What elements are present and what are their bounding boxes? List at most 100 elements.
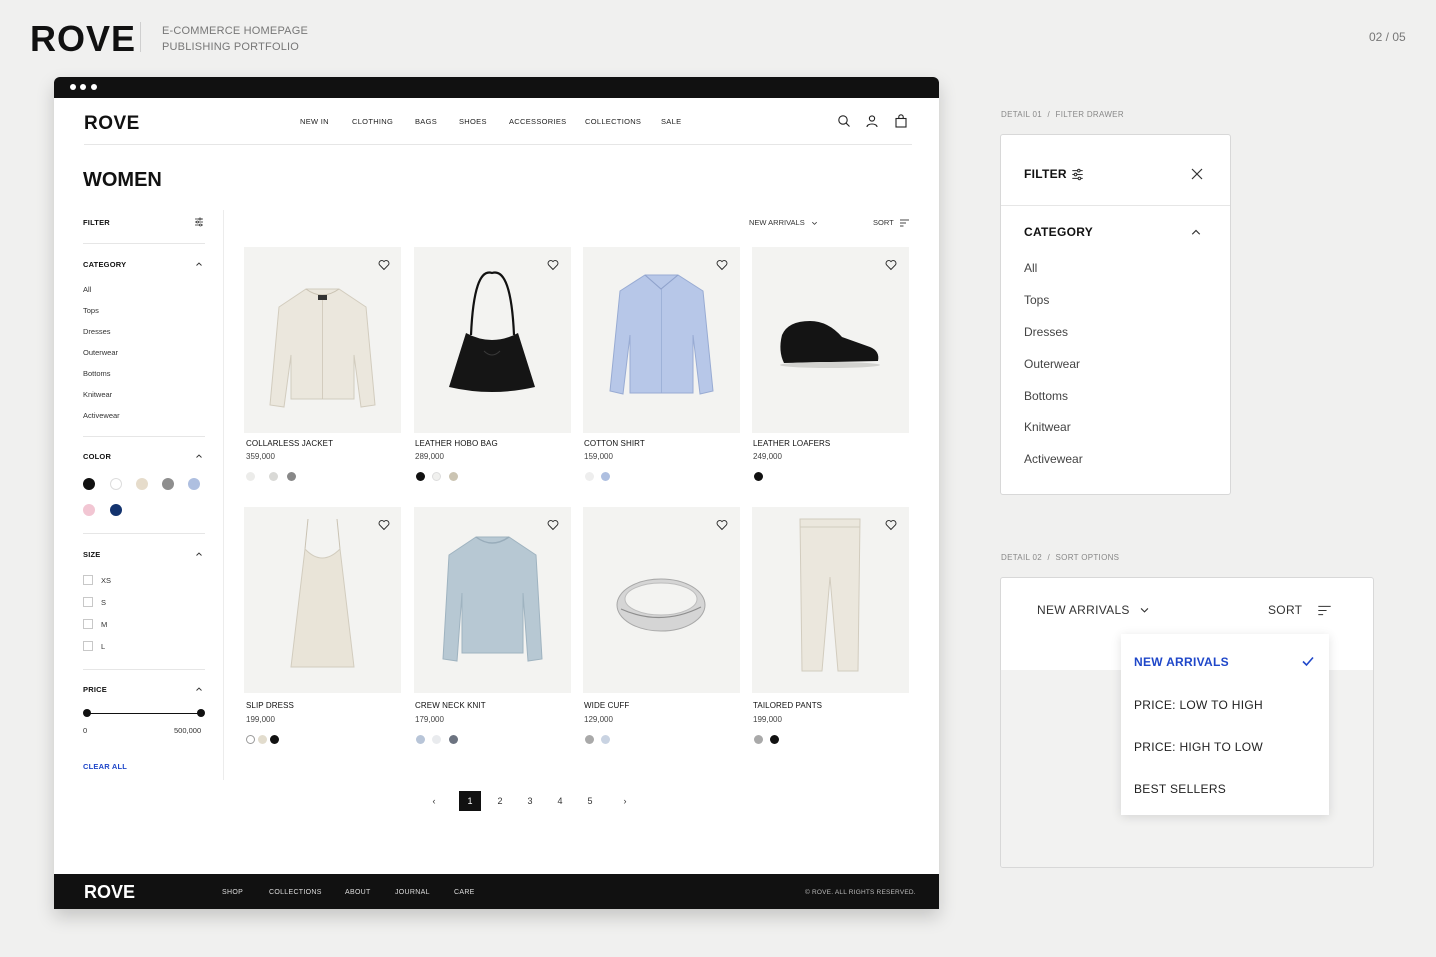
price-slider-track[interactable] xyxy=(87,713,201,714)
sort-select[interactable]: NEW ARRIVALS xyxy=(749,218,818,227)
product-color-swatch[interactable] xyxy=(416,735,425,744)
sort-toggle-button[interactable]: SORT xyxy=(1268,603,1331,617)
category-activewear[interactable]: Activewear xyxy=(83,411,120,420)
product-color-swatch[interactable] xyxy=(416,472,425,481)
nav-accessories[interactable]: ACCESSORIES xyxy=(509,117,566,126)
heart-icon[interactable] xyxy=(885,519,897,531)
color-swatch-gray[interactable] xyxy=(162,478,174,490)
pagination-prev[interactable]: ‹ xyxy=(423,791,445,811)
product-name[interactable]: CREW NECK KNIT xyxy=(415,701,486,710)
product-color-swatch[interactable] xyxy=(754,472,763,481)
product-image[interactable] xyxy=(583,247,740,433)
nav-shoes[interactable]: SHOES xyxy=(459,117,487,126)
footer-link-about[interactable]: ABOUT xyxy=(345,889,371,896)
color-swatch-light-blue[interactable] xyxy=(188,478,200,490)
filter-icon[interactable] xyxy=(194,217,204,227)
category-tops[interactable]: Tops xyxy=(83,306,99,315)
nav-clothing[interactable]: CLOTHING xyxy=(352,117,393,126)
size-checkbox-s[interactable] xyxy=(83,597,93,607)
footer-link-journal[interactable]: JOURNAL xyxy=(395,889,430,896)
chevron-up-icon[interactable] xyxy=(1190,226,1202,238)
product-color-swatch[interactable] xyxy=(601,735,610,744)
heart-icon[interactable] xyxy=(716,259,728,271)
product-color-swatch[interactable] xyxy=(449,735,458,744)
filter-icon[interactable] xyxy=(1071,168,1084,181)
product-color-swatch[interactable] xyxy=(449,472,458,481)
nav-bags[interactable]: BAGS xyxy=(415,117,437,126)
pagination-page-2[interactable]: 2 xyxy=(489,791,511,811)
product-color-swatch[interactable] xyxy=(269,472,278,481)
drawer-category-bottoms[interactable]: Bottoms xyxy=(1024,389,1068,403)
heart-icon[interactable] xyxy=(885,259,897,271)
user-icon[interactable] xyxy=(865,114,879,128)
heart-icon[interactable] xyxy=(378,259,390,271)
color-swatch-beige[interactable] xyxy=(136,478,148,490)
category-knitwear[interactable]: Knitwear xyxy=(83,390,112,399)
drawer-category-outerwear[interactable]: Outerwear xyxy=(1024,357,1080,371)
product-name[interactable]: WIDE CUFF xyxy=(584,701,629,710)
size-checkbox-m[interactable] xyxy=(83,619,93,629)
product-name[interactable]: LEATHER HOBO BAG xyxy=(415,439,498,448)
product-name[interactable]: SLIP DRESS xyxy=(246,701,294,710)
color-swatch-white[interactable] xyxy=(110,478,122,490)
search-icon[interactable] xyxy=(837,114,851,128)
product-color-swatch[interactable] xyxy=(770,735,779,744)
product-color-swatch[interactable] xyxy=(258,735,267,744)
chevron-up-icon[interactable] xyxy=(195,685,203,693)
pagination-page-3[interactable]: 3 xyxy=(519,791,541,811)
price-slider-min-handle[interactable] xyxy=(83,709,91,717)
product-color-swatch[interactable] xyxy=(432,735,441,744)
color-swatch-pink[interactable] xyxy=(83,504,95,516)
product-color-swatch[interactable] xyxy=(585,735,594,744)
product-color-swatch[interactable] xyxy=(585,472,594,481)
product-image[interactable] xyxy=(414,247,571,433)
size-checkbox-l[interactable] xyxy=(83,641,93,651)
pagination-page-1[interactable]: 1 xyxy=(459,791,481,811)
chevron-up-icon[interactable] xyxy=(195,550,203,558)
pagination-next[interactable]: › xyxy=(614,791,636,811)
nav-sale[interactable]: SALE xyxy=(661,117,681,126)
product-color-swatch[interactable] xyxy=(246,735,255,744)
product-color-swatch[interactable] xyxy=(246,472,255,481)
nav-new-in[interactable]: NEW IN xyxy=(300,117,329,126)
sort-option-price-high-low[interactable]: PRICE: HIGH TO LOW xyxy=(1134,740,1263,754)
site-logo[interactable]: ROVE xyxy=(84,113,140,135)
product-image[interactable] xyxy=(583,507,740,693)
product-name[interactable]: COLLARLESS JACKET xyxy=(246,439,333,448)
drawer-category-tops[interactable]: Tops xyxy=(1024,293,1049,307)
product-image[interactable] xyxy=(752,507,909,693)
product-name[interactable]: COTTON SHIRT xyxy=(584,439,645,448)
product-color-swatch[interactable] xyxy=(270,735,279,744)
pagination-page-4[interactable]: 4 xyxy=(549,791,571,811)
sort-option-price-low-high[interactable]: PRICE: LOW TO HIGH xyxy=(1134,698,1263,712)
heart-icon[interactable] xyxy=(716,519,728,531)
close-icon[interactable] xyxy=(1190,167,1204,181)
footer-link-shop[interactable]: SHOP xyxy=(222,889,243,896)
drawer-category-knitwear[interactable]: Knitwear xyxy=(1024,420,1071,434)
clear-all-link[interactable]: CLEAR ALL xyxy=(83,762,127,771)
drawer-category-activewear[interactable]: Activewear xyxy=(1024,452,1083,466)
color-swatch-black[interactable] xyxy=(83,478,95,490)
product-image[interactable] xyxy=(244,247,401,433)
bag-icon[interactable] xyxy=(894,114,908,128)
heart-icon[interactable] xyxy=(547,519,559,531)
product-name[interactable]: TAILORED PANTS xyxy=(753,701,822,710)
product-color-swatch[interactable] xyxy=(287,472,296,481)
drawer-category-dresses[interactable]: Dresses xyxy=(1024,325,1068,339)
color-swatch-navy[interactable] xyxy=(110,504,122,516)
category-bottoms[interactable]: Bottoms xyxy=(83,369,111,378)
category-dresses[interactable]: Dresses xyxy=(83,327,111,336)
footer-link-collections[interactable]: COLLECTIONS xyxy=(269,889,322,896)
category-all[interactable]: All xyxy=(83,285,91,294)
chevron-up-icon[interactable] xyxy=(195,260,203,268)
product-image[interactable] xyxy=(752,247,909,433)
pagination-page-5[interactable]: 5 xyxy=(579,791,601,811)
drawer-category-all[interactable]: All xyxy=(1024,261,1037,275)
chevron-up-icon[interactable] xyxy=(195,452,203,460)
product-name[interactable]: LEATHER LOAFERS xyxy=(753,439,830,448)
size-checkbox-xs[interactable] xyxy=(83,575,93,585)
product-color-swatch[interactable] xyxy=(754,735,763,744)
product-image[interactable] xyxy=(414,507,571,693)
footer-logo[interactable]: ROVE xyxy=(84,882,135,903)
product-image[interactable] xyxy=(244,507,401,693)
